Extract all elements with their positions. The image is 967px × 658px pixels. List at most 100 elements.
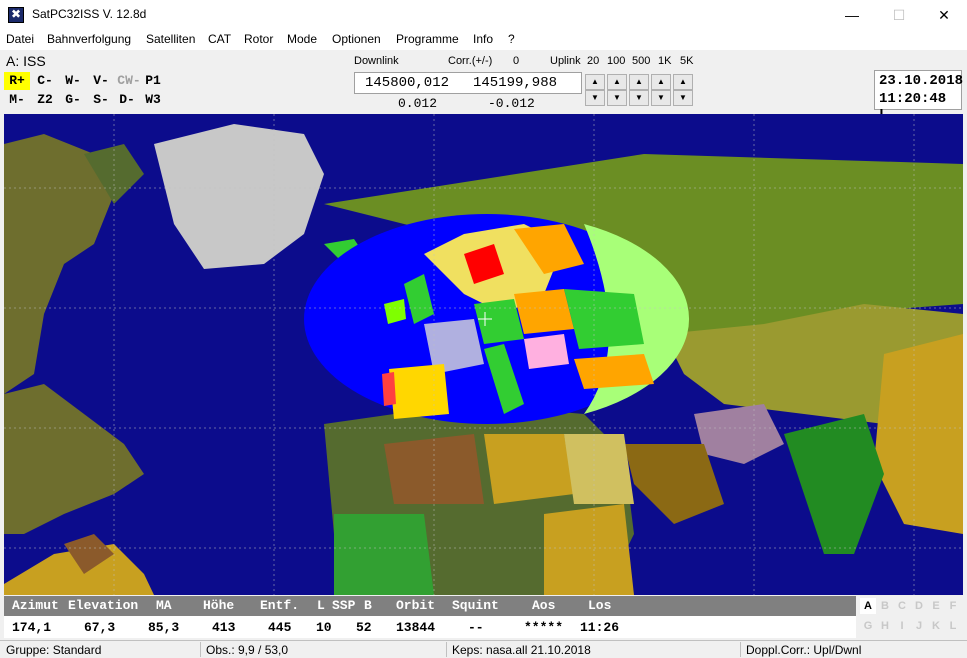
step-500-up-button[interactable]: ▲ (629, 74, 649, 90)
mode-w-button[interactable]: W- (60, 72, 86, 90)
sat-slot-a[interactable]: A (860, 598, 876, 614)
los-value: 11:26 (580, 620, 620, 635)
window-title: SatPC32ISS V. 12.8d (32, 7, 147, 21)
ma-value: 85,3 (148, 620, 180, 635)
sat-slot-b[interactable]: B (877, 598, 893, 614)
control-panel: A: ISS R+ C- W- V- CW- P1 M- Z2 G- S- D-… (0, 50, 967, 123)
menu-rotor[interactable]: Rotor (244, 32, 273, 46)
world-map[interactable] (4, 114, 963, 595)
col-ma: MA (156, 598, 172, 613)
col-aos: Aos (532, 598, 556, 613)
sudan (544, 504, 634, 595)
sat-slot-i[interactable]: I (894, 618, 910, 634)
status-bar: Gruppe: Standard Obs.: 9,9 / 53,0 Keps: … (0, 640, 967, 658)
col-hoehe: Höhe (203, 598, 235, 613)
step-500-down-button[interactable]: ▼ (629, 90, 649, 106)
status-group: Gruppe: Standard (6, 643, 102, 657)
col-squint: Squint (452, 598, 499, 613)
mode-s-button[interactable]: S- (88, 91, 114, 109)
mode-v-button[interactable]: V- (88, 72, 114, 90)
mode-r-plus-button[interactable]: R+ (4, 72, 30, 90)
uplink-offset: -0.012 (488, 96, 535, 111)
step-20-down-button[interactable]: ▼ (585, 90, 605, 106)
menu-mode[interactable]: Mode (287, 32, 317, 46)
poland (514, 289, 574, 334)
step-20-up-button[interactable]: ▲ (585, 74, 605, 90)
mode-p1-button[interactable]: P1 (140, 72, 166, 90)
corr-label: Corr.(+/-) (448, 55, 493, 67)
squint-value: -- (468, 620, 484, 635)
mode-z2-button[interactable]: Z2 (32, 91, 58, 109)
uplink-label: Uplink (550, 55, 581, 67)
sat-slot-l[interactable]: L (945, 618, 961, 634)
downlink-offset: 0.012 (398, 96, 438, 111)
mode-d-button[interactable]: D- (114, 91, 140, 109)
col-orbit: Orbit (396, 598, 436, 613)
step-5k[interactable]: 5K (680, 55, 693, 67)
status-separator (200, 642, 201, 657)
sat-slot-g[interactable]: G (860, 618, 876, 634)
sat-slot-h[interactable]: H (877, 618, 893, 634)
menu-optionen[interactable]: Optionen (332, 32, 381, 46)
balkans (524, 334, 569, 369)
portugal (382, 372, 396, 406)
frequency-display: 145800,012 145199,988 (354, 72, 582, 94)
sat-slot-f[interactable]: F (945, 598, 961, 614)
maximize-button[interactable]: ☐ (876, 0, 922, 30)
mode-c-button[interactable]: C- (32, 72, 58, 90)
step-100[interactable]: 100 (607, 55, 625, 67)
tracking-table-values: 174,1 67,3 85,3 413 445 10 52 13844 -- *… (4, 616, 856, 638)
sat-slot-e[interactable]: E (928, 598, 944, 614)
col-b: B (364, 598, 372, 613)
step-500[interactable]: 500 (632, 55, 650, 67)
spain (389, 364, 449, 419)
sat-slot-d[interactable]: D (911, 598, 927, 614)
menu-bar: Datei Bahnverfolgung Satelliten CAT Roto… (0, 30, 967, 50)
satellite-name[interactable]: A: ISS (6, 53, 46, 69)
menu-satelliten[interactable]: Satelliten (146, 32, 195, 46)
menu-datei[interactable]: Datei (6, 32, 34, 46)
app-icon[interactable] (8, 7, 24, 23)
mode-g-button[interactable]: G- (60, 91, 86, 109)
corr-value: 0 (513, 55, 520, 67)
ssp-l-value: 10 (316, 620, 332, 635)
minimize-button[interactable]: — (829, 0, 875, 30)
elevation-value: 67,3 (84, 620, 116, 635)
step-5k-up-button[interactable]: ▲ (673, 74, 693, 90)
step-20[interactable]: 20 (587, 55, 599, 67)
mode-w3-button[interactable]: W3 (140, 91, 166, 109)
col-ssp: SSP (332, 598, 356, 613)
col-l: L (317, 598, 325, 613)
step-1k-up-button[interactable]: ▲ (651, 74, 671, 90)
downlink-label: Downlink (354, 55, 399, 67)
status-keps: Keps: nasa.all 21.10.2018 (452, 643, 591, 657)
col-elevation: Elevation (68, 598, 139, 613)
col-los: Los (588, 598, 612, 613)
hoehe-value: 413 (212, 620, 236, 635)
menu-help[interactable]: ? (508, 32, 515, 46)
sat-slot-j[interactable]: J (911, 618, 927, 634)
menu-cat[interactable]: CAT (208, 32, 231, 46)
step-100-down-button[interactable]: ▼ (607, 90, 627, 106)
close-button[interactable]: ✕ (921, 0, 967, 30)
egypt (564, 434, 634, 504)
turkey (574, 354, 654, 389)
step-100-up-button[interactable]: ▲ (607, 74, 627, 90)
menu-info[interactable]: Info (473, 32, 493, 46)
world-map-canvas (4, 114, 963, 595)
step-1k[interactable]: 1K (658, 55, 671, 67)
sat-slot-c[interactable]: C (894, 598, 910, 614)
mode-m-button[interactable]: M- (4, 91, 30, 109)
step-1k-down-button[interactable]: ▼ (651, 90, 671, 106)
step-5k-down-button[interactable]: ▼ (673, 90, 693, 106)
west-africa (334, 514, 434, 595)
status-observer: Obs.: 9,9 / 53,0 (206, 643, 289, 657)
sat-slot-k[interactable]: K (928, 618, 944, 634)
menu-programme[interactable]: Programme (396, 32, 459, 46)
menu-bahnverfolgung[interactable]: Bahnverfolgung (47, 32, 131, 46)
tracking-table-header: Azimut Elevation MA Höhe Entf. L SSP B O… (4, 596, 856, 616)
downlink-frequency[interactable]: 145800,012 (365, 75, 449, 91)
status-separator (740, 642, 741, 657)
entf-value: 445 (268, 620, 292, 635)
uplink-frequency[interactable]: 145199,988 (473, 75, 557, 91)
